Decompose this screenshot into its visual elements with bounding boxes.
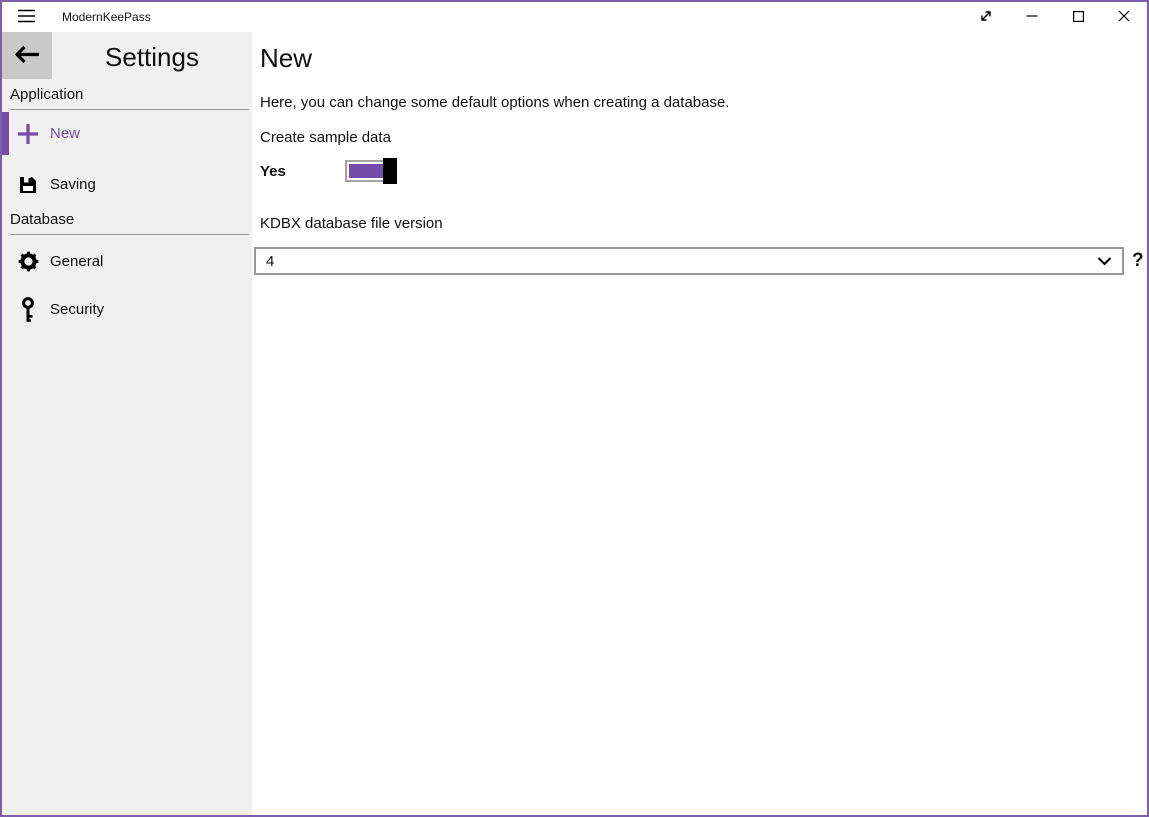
chevron-down-icon	[1097, 257, 1112, 266]
diagonal-resize-icon	[979, 9, 993, 26]
titlebar: ModernKeePass	[2, 2, 1147, 32]
settings-page-new: New Here, you can change some default op…	[252, 32, 1147, 815]
kdbx-version-selected-value: 4	[266, 253, 1097, 270]
close-icon	[1118, 10, 1130, 25]
sidebar-item-security[interactable]: Security	[2, 288, 252, 331]
toggle-knob[interactable]	[383, 158, 397, 184]
window-controls	[963, 2, 1147, 32]
page-description: Here, you can change some default option…	[260, 94, 729, 111]
hamburger-icon	[18, 9, 35, 26]
close-button[interactable]	[1101, 2, 1147, 32]
fullscreen-button[interactable]	[963, 2, 1009, 32]
kdbx-version-dropdown[interactable]: 4	[254, 247, 1124, 275]
minimize-button[interactable]	[1009, 2, 1055, 32]
maximize-icon	[1073, 10, 1084, 25]
app-body: Settings Application New	[2, 32, 1147, 815]
sidebar-item-new[interactable]: New	[2, 112, 252, 155]
app-title: ModernKeePass	[62, 10, 151, 24]
gear-icon	[16, 251, 40, 272]
minimize-icon	[1026, 10, 1038, 25]
settings-sidebar: Settings Application New	[2, 32, 252, 815]
plus-icon	[16, 123, 40, 145]
save-icon	[16, 175, 40, 195]
page-title: New	[260, 42, 312, 74]
sidebar-title: Settings	[52, 40, 252, 74]
key-icon	[16, 297, 40, 323]
back-arrow-icon	[14, 45, 40, 67]
section-header-database: Database	[10, 211, 249, 235]
back-button[interactable]	[2, 32, 52, 79]
maximize-button[interactable]	[1055, 2, 1101, 32]
create-sample-data-row: Yes	[260, 156, 395, 186]
kdbx-version-help-button[interactable]: ?	[1132, 250, 1144, 272]
sidebar-item-label: Security	[50, 301, 104, 318]
kdbx-version-label: KDBX database file version	[260, 215, 443, 232]
section-header-application: Application	[10, 86, 249, 110]
create-sample-data-toggle[interactable]	[345, 160, 395, 182]
sidebar-item-label: General	[50, 253, 103, 270]
sidebar-item-general[interactable]: General	[2, 240, 252, 283]
toggle-state-label: Yes	[260, 163, 345, 180]
sidebar-item-label: New	[50, 125, 80, 142]
app-window: ModernKeePass	[0, 0, 1149, 817]
create-sample-data-label: Create sample data	[260, 129, 391, 146]
hamburger-menu-button[interactable]	[2, 2, 50, 32]
sidebar-item-label: Saving	[50, 176, 96, 193]
sidebar-item-saving[interactable]: Saving	[2, 163, 252, 206]
selection-indicator	[2, 112, 9, 155]
